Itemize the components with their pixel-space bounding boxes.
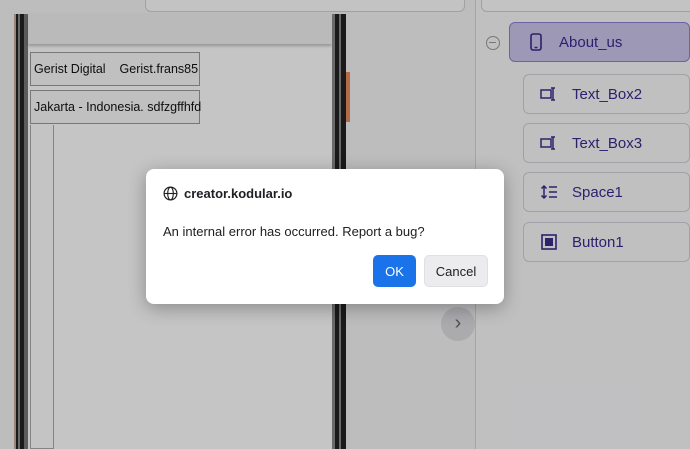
cancel-button[interactable]: Cancel [424, 255, 488, 287]
alert-dialog: creator.kodular.io An internal error has… [146, 169, 504, 304]
globe-icon [163, 186, 178, 201]
dialog-message: An internal error has occurred. Report a… [163, 224, 425, 239]
dialog-origin: creator.kodular.io [163, 186, 292, 201]
ok-button[interactable]: OK [373, 255, 416, 287]
dialog-origin-text: creator.kodular.io [184, 186, 293, 201]
